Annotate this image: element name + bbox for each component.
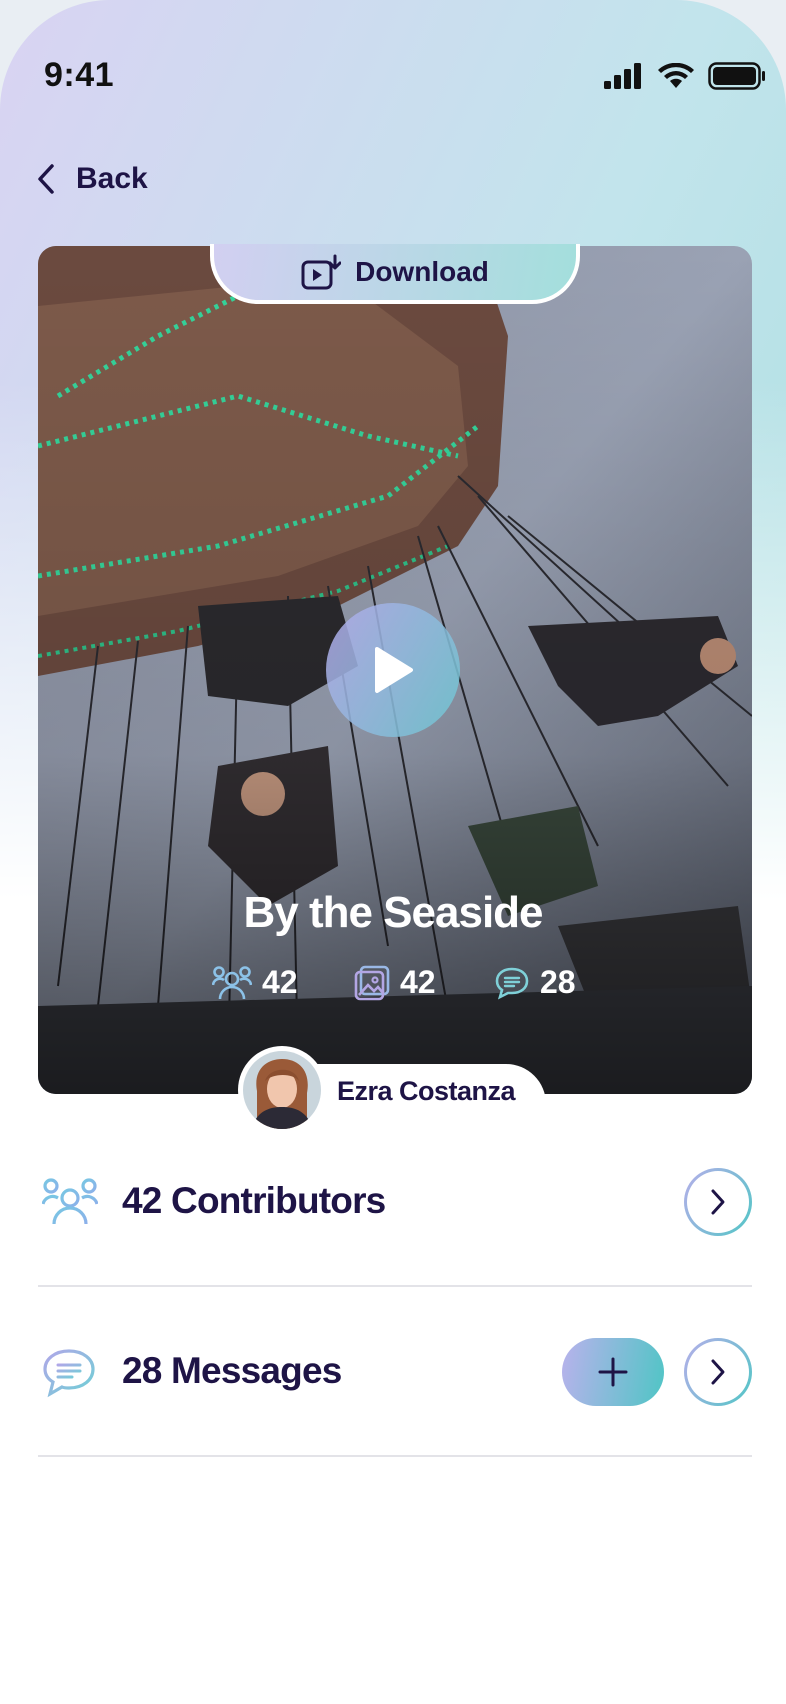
contributors-count: 42 [262, 964, 298, 1000]
chat-icon [495, 967, 529, 999]
messages-count: 28 [540, 964, 576, 1000]
chevron-right-icon [711, 1189, 725, 1215]
author-avatar-image [243, 1051, 321, 1129]
add-message-button[interactable] [562, 1338, 664, 1406]
chat-icon [43, 1349, 95, 1398]
messages-row[interactable]: 28 Messages [38, 1312, 752, 1432]
phone-screen: 9:41 Back Download By the Seaside 42 42 … [0, 0, 786, 1704]
divider [38, 1285, 752, 1287]
contributors-stat: 42 [212, 964, 298, 1001]
messages-label: 28 Messages [122, 1350, 342, 1391]
play-button[interactable] [326, 603, 460, 737]
cellular-signal-icon [604, 63, 641, 89]
people-icon [42, 1178, 98, 1225]
messages-stat: 28 [494, 964, 576, 1001]
messages-open-button[interactable] [684, 1338, 752, 1406]
people-icon [212, 965, 252, 999]
back-chevron-icon [38, 164, 54, 194]
back-button[interactable]: Back [36, 162, 148, 196]
wifi-icon [658, 63, 694, 88]
download-button[interactable]: Download [210, 244, 580, 304]
status-icons [604, 62, 766, 90]
album-stats: 42 42 28 [0, 964, 786, 1014]
play-icon [375, 647, 413, 693]
contributors-label: 42 Contributors [122, 1180, 386, 1221]
photos-count: 42 [400, 964, 436, 1000]
album-title: By the Seaside [243, 888, 543, 937]
back-label: Back [76, 162, 148, 195]
battery-icon [708, 62, 765, 90]
divider [38, 1455, 752, 1457]
download-label: Download [355, 256, 489, 287]
photos-stat: 42 [354, 964, 436, 1001]
download-video-icon [301, 254, 342, 290]
contributors-row[interactable]: 42 Contributors [38, 1142, 752, 1262]
status-time: 9:41 [44, 56, 115, 94]
chevron-right-icon [711, 1359, 725, 1385]
author-name[interactable]: Ezra Costanza [337, 1076, 516, 1107]
avatar[interactable] [238, 1046, 326, 1134]
image-icon [354, 965, 390, 1000]
plus-icon [598, 1357, 628, 1387]
contributors-open-button[interactable] [684, 1168, 752, 1236]
